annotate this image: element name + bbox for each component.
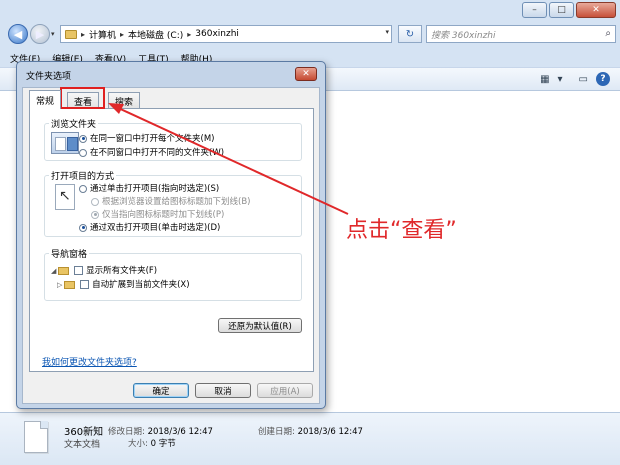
underline-point-option: 仅当指向图标标题时加下划线(P) <box>91 208 224 220</box>
underline-point-label: 仅当指向图标标题时加下划线(P) <box>102 210 225 220</box>
file-name: 360新知 <box>64 427 104 438</box>
folder-icon <box>65 29 77 39</box>
maximize-button[interactable]: □ <box>549 2 574 18</box>
radio-icon[interactable] <box>79 184 87 193</box>
minimize-button[interactable]: – <box>522 2 547 18</box>
back-arrow-icon: ◀ <box>13 27 23 41</box>
cancel-button[interactable]: 取消 <box>195 383 251 398</box>
modified-value: 2018/3/6 12:47 <box>147 427 213 437</box>
radio-icon[interactable] <box>79 148 87 157</box>
radio-selected-icon[interactable] <box>79 134 87 143</box>
apply-button: 应用(A) <box>257 383 313 398</box>
browse-folders-group: 浏览文件夹 在同一窗口中打开每个文件夹(M) 在不同窗口中打开不同的文件夹(W) <box>44 117 302 161</box>
refresh-button[interactable]: ↻ <box>398 25 422 43</box>
tree-collapsed-icon: ▷ <box>57 281 63 289</box>
ok-button[interactable]: 确定 <box>133 383 189 398</box>
double-click-label: 通过双击打开项目(单击时选定)(D) <box>90 223 221 233</box>
minimize-icon: – <box>532 5 537 15</box>
underline-browser-label: 根据浏览器设置给图标标题加下划线(B) <box>102 197 251 207</box>
modified-date: 修改日期: 2018/3/6 12:47 <box>108 425 213 437</box>
radio-disabled-icon <box>91 197 99 206</box>
breadcrumb-folder[interactable]: 360xinzhi <box>195 29 239 39</box>
show-all-folders-option[interactable]: ◢ 显示所有文件夹(F) <box>51 264 157 276</box>
file-size: 大小: 0 字节 <box>128 437 176 449</box>
dialog-title: 文件夹选项 <box>26 72 72 82</box>
created-date: 创建日期: 2018/3/6 12:47 <box>258 425 363 437</box>
click-group-title: 打开项目的方式 <box>49 169 117 182</box>
click-items-group: 打开项目的方式 通过单击打开项目(指向时选定)(S) 根据浏览器设置给图标标题加… <box>44 169 302 237</box>
folder-icon <box>64 280 76 289</box>
maximize-icon: □ <box>557 5 566 15</box>
underline-browser-option: 根据浏览器设置给图标标题加下划线(B) <box>91 195 250 207</box>
help-icon[interactable]: ? <box>596 72 610 86</box>
created-label: 创建日期: <box>258 427 295 437</box>
single-click-option[interactable]: 通过单击打开项目(指向时选定)(S) <box>79 182 219 194</box>
close-icon: ✕ <box>592 5 600 15</box>
help-link[interactable]: 我如何更改文件夹选项? <box>42 355 137 368</box>
forward-arrow-icon: ▶ <box>35 27 45 41</box>
restore-defaults-button[interactable]: 还原为默认值(R) <box>218 318 302 333</box>
window-controls: – □ ✕ <box>522 2 616 18</box>
open-same-window-label: 在同一窗口中打开每个文件夹(M) <box>90 134 215 144</box>
auto-expand-label: 自动扩展到当前文件夹(X) <box>92 280 190 290</box>
browse-folders-icon <box>51 132 79 154</box>
dropdown-icon[interactable]: ▾ <box>558 74 563 85</box>
breadcrumb-separator: ▸ <box>120 29 125 39</box>
address-dropdown-icon[interactable]: ▾ <box>385 28 389 36</box>
search-icon[interactable]: ⌕ <box>605 28 611 39</box>
text-document-icon <box>24 421 48 453</box>
radio-disabled-selected-icon <box>91 210 99 219</box>
auto-expand-option[interactable]: ▷ 自动扩展到当前文件夹(X) <box>57 278 190 290</box>
browse-group-title: 浏览文件夹 <box>49 117 99 130</box>
pointer-icon <box>55 184 75 210</box>
file-type: 文本文档 <box>64 440 101 450</box>
dialog-close-button[interactable]: ✕ <box>295 67 317 81</box>
size-label: 大小: <box>128 439 148 449</box>
checkbox-icon[interactable] <box>74 266 84 275</box>
dialog-body: 常规 查看 搜索 浏览文件夹 在同一窗口中打开每个文件夹(M) 在不同窗口中打开… <box>22 87 320 404</box>
details-pane: 360新知 文本文档 修改日期: 2018/3/6 12:47 大小: 0 字节… <box>0 412 620 465</box>
tab-search[interactable]: 搜索 <box>108 92 141 109</box>
search-input[interactable]: 搜索 360xinzhi ⌕ <box>426 25 616 43</box>
nav-group-title: 导航窗格 <box>49 247 90 260</box>
forward-button[interactable]: ▶ <box>30 24 50 44</box>
breadcrumb-local-disk[interactable]: 本地磁盘 (C:) <box>128 28 183 41</box>
breadcrumb-separator: ▸ <box>187 29 192 39</box>
open-new-window-option[interactable]: 在不同窗口中打开不同的文件夹(W) <box>79 146 224 158</box>
highlight-box <box>60 87 105 109</box>
refresh-icon: ↻ <box>405 28 415 40</box>
breadcrumb-separator: ▸ <box>81 29 86 39</box>
toolbar-icons: ▦ ▾ ▭ ? <box>540 72 610 86</box>
double-click-option[interactable]: 通过双击打开项目(单击时选定)(D) <box>79 221 220 233</box>
size-value: 0 字节 <box>150 439 176 449</box>
navigation-bar: ◀ ▶ ▾ ▸ 计算机 ▸ 本地磁盘 (C:) ▸ 360xinzhi ▾ ↻ … <box>0 22 620 46</box>
history-dropdown-icon[interactable]: ▾ <box>51 30 55 38</box>
back-button[interactable]: ◀ <box>8 24 28 44</box>
search-placeholder: 搜索 360xinzhi <box>431 30 496 41</box>
single-click-label: 通过单击打开项目(指向时选定)(S) <box>90 184 220 194</box>
close-button[interactable]: ✕ <box>576 2 616 18</box>
breadcrumb-computer[interactable]: 计算机 <box>89 28 116 41</box>
show-all-folders-label: 显示所有文件夹(F) <box>86 266 158 276</box>
radio-selected-icon[interactable] <box>79 223 87 232</box>
address-bar[interactable]: ▸ 计算机 ▸ 本地磁盘 (C:) ▸ 360xinzhi ▾ <box>60 25 392 43</box>
tab-general[interactable]: 常规 <box>29 90 62 109</box>
general-tab-panel: 浏览文件夹 在同一窗口中打开每个文件夹(M) 在不同窗口中打开不同的文件夹(W)… <box>29 108 314 372</box>
preview-pane-icon[interactable]: ▭ <box>579 74 588 85</box>
navigation-pane-group: 导航窗格 ◢ 显示所有文件夹(F) ▷ 自动扩展到当前文件夹(X) <box>44 247 302 301</box>
folder-icon <box>58 266 70 275</box>
view-icon[interactable]: ▦ <box>540 74 549 85</box>
open-same-window-option[interactable]: 在同一窗口中打开每个文件夹(M) <box>79 132 214 144</box>
open-new-window-label: 在不同窗口中打开不同的文件夹(W) <box>90 148 225 158</box>
modified-label: 修改日期: <box>108 427 145 437</box>
folder-options-dialog: 文件夹选项 ✕ 常规 查看 搜索 浏览文件夹 在同一窗口中打开每个文件夹(M) … <box>16 61 326 409</box>
callout-text: 点击“查看” <box>346 218 457 243</box>
checkbox-icon[interactable] <box>80 280 90 289</box>
tree-expanded-icon: ◢ <box>51 267 57 275</box>
created-value: 2018/3/6 12:47 <box>297 427 363 437</box>
close-icon: ✕ <box>302 69 310 79</box>
